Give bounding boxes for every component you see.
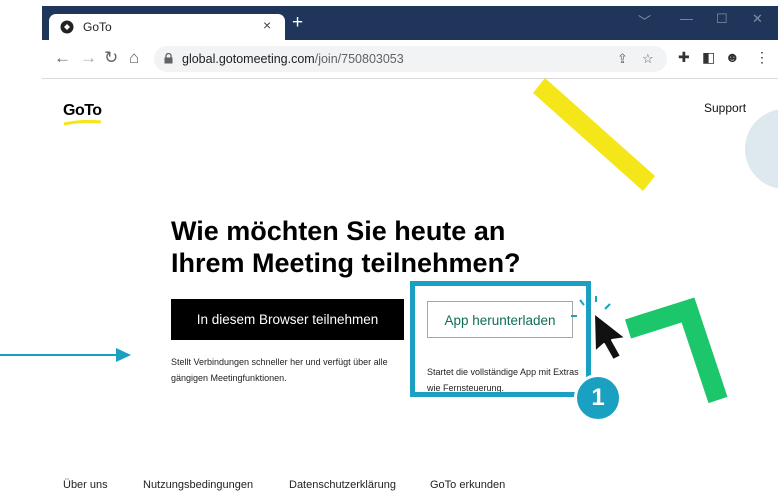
- menu-kebab-icon[interactable]: ⋮: [755, 49, 769, 66]
- footer-link-about[interactable]: Über uns: [63, 479, 108, 491]
- tab-search-icon[interactable]: ﹀: [638, 11, 651, 30]
- profile-avatar-icon[interactable]: ☻: [725, 49, 740, 65]
- new-tab-button[interactable]: +: [292, 12, 303, 34]
- browser-option-description: Stellt Verbindungen schneller her und ve…: [171, 354, 388, 386]
- side-panel-icon[interactable]: ◧: [702, 49, 715, 66]
- decorative-circle: [745, 109, 778, 189]
- share-icon[interactable]: ⇪: [617, 51, 628, 67]
- footer-link-explore[interactable]: GoTo erkunden: [430, 479, 505, 491]
- support-link[interactable]: Support: [704, 101, 746, 115]
- footer-link-terms[interactable]: Nutzungsbedingungen: [143, 479, 253, 491]
- page-heading: Wie möchten Sie heute an Ihrem Meeting t…: [171, 215, 591, 279]
- browser-window: GoTo × + ﹀ — ☐ ✕ ← → ↻ ⌂ global.gotomeet…: [42, 6, 778, 499]
- close-window-icon[interactable]: ✕: [752, 11, 763, 27]
- browser-toolbar: ← → ↻ ⌂ global.gotomeeting.com/join/7508…: [42, 40, 778, 79]
- step-highlight-box: [410, 281, 591, 397]
- lock-icon: [164, 53, 173, 64]
- bookmark-star-icon[interactable]: ☆: [642, 51, 654, 67]
- browser-tab[interactable]: GoTo ×: [49, 14, 285, 40]
- reload-icon[interactable]: ↻: [104, 48, 118, 68]
- url-text: global.gotomeeting.com/join/750803053: [182, 52, 404, 66]
- tab-title: GoTo: [83, 20, 112, 34]
- home-icon[interactable]: ⌂: [129, 48, 139, 68]
- heading-line-1: Wie möchten Sie heute an: [171, 216, 506, 246]
- forward-icon[interactable]: →: [80, 48, 97, 68]
- step-number-badge: 1: [574, 374, 622, 422]
- back-icon[interactable]: ←: [54, 48, 71, 68]
- goto-logo[interactable]: GoTo: [63, 102, 102, 120]
- heading-line-2: Ihrem Meeting teilnehmen?: [171, 248, 521, 278]
- tab-strip: GoTo × + ﹀ — ☐ ✕: [42, 6, 778, 40]
- tab-close-icon[interactable]: ×: [263, 17, 271, 33]
- goto-favicon-icon: [60, 20, 74, 34]
- footer-link-privacy[interactable]: Datenschutzerklärung: [289, 479, 396, 491]
- address-bar[interactable]: global.gotomeeting.com/join/750803053 ⇪ …: [154, 46, 667, 72]
- browser-desc-line-1: Stellt Verbindungen schneller her und ve…: [171, 357, 388, 367]
- browser-desc-line-2: gängigen Meetingfunktionen.: [171, 373, 287, 383]
- maximize-icon[interactable]: ☐: [716, 11, 728, 27]
- minimize-icon[interactable]: —: [680, 11, 693, 26]
- extensions-puzzle-icon[interactable]: ✚: [678, 49, 690, 66]
- logo-underline: [63, 120, 102, 126]
- join-in-browser-button[interactable]: In diesem Browser teilnehmen: [171, 299, 404, 340]
